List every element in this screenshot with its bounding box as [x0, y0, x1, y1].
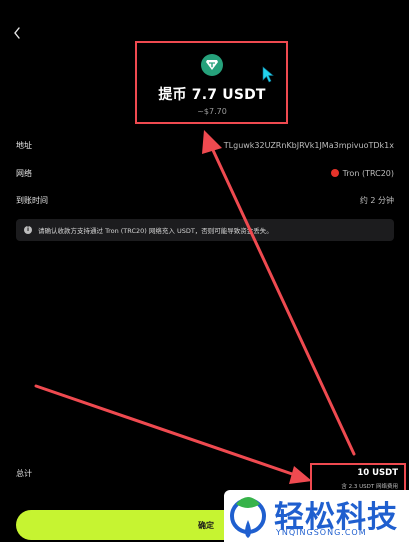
annotation-arrowhead-right: [289, 466, 312, 484]
site-watermark: 轻松科技 YNQINGSONG.COM: [224, 490, 409, 542]
address-value: TLguwk32UZRnKbJRVk1JMa3mpivuoTDk1x: [223, 140, 394, 150]
withdraw-title: 提币 7.7 USDT: [158, 87, 266, 103]
detail-label: 到账时间: [16, 195, 48, 205]
watermark-url: YNQINGSONG.COM: [276, 528, 367, 537]
arrival-time-value: 约 2 分钟: [359, 195, 394, 205]
tron-icon: [330, 169, 339, 177]
withdraw-confirm-screen: 提币 7.7 USDT ~$7.70 地址 TLguwk32UZRnKbJRVk…: [0, 0, 409, 542]
mouse-cursor-icon: [262, 66, 274, 83]
total-label: 总计: [16, 469, 32, 478]
annotation-arrow-right: [34, 384, 300, 478]
notice-text: 请确认收款方支持通过 Tron (TRC20) 网络充入 USDT，否则可能导致…: [38, 227, 273, 235]
info-icon: i: [24, 226, 32, 234]
detail-label: 地址: [16, 140, 32, 150]
leaf-logo-icon: [230, 497, 266, 538]
detail-label: 网络: [16, 168, 32, 178]
network-value: Tron (TRC20): [330, 168, 394, 178]
chevron-left-icon: [14, 27, 20, 39]
back-button[interactable]: [12, 26, 28, 42]
network-name: Tron (TRC20): [342, 168, 394, 178]
detail-row-network: 网络 Tron (TRC20): [16, 165, 394, 181]
fiat-equivalent: ~$7.70: [197, 107, 227, 116]
total-amount: 10 USDT: [357, 468, 398, 478]
tether-usdt-icon: [201, 54, 223, 76]
detail-row-address: 地址 TLguwk32UZRnKbJRVk1JMa3mpivuoTDk1x: [16, 137, 394, 153]
detail-row-arrival-time: 到账时间 约 2 分钟: [16, 192, 394, 208]
network-warning-notice: i 请确认收款方支持通过 Tron (TRC20) 网络充入 USDT，否则可能…: [16, 219, 394, 241]
network-fee-note: 含 2.3 USDT 网络费用: [341, 484, 398, 490]
